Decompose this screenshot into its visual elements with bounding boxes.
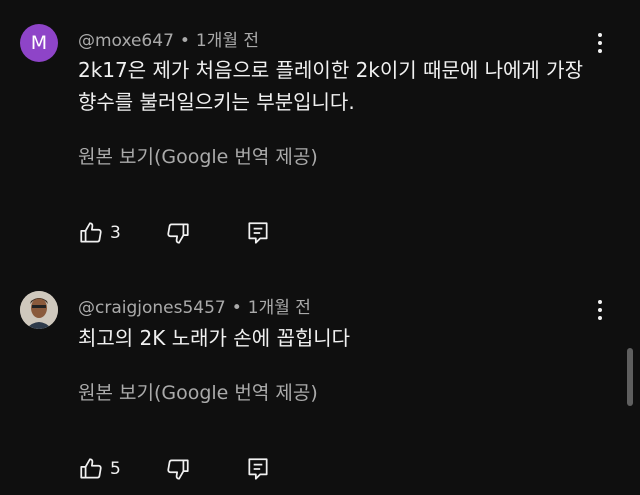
reply-icon — [248, 222, 268, 244]
scrollbar-thumb[interactable] — [627, 348, 633, 406]
reply-icon — [248, 458, 268, 480]
comment-actions: 5 — [78, 455, 271, 483]
author-name[interactable]: @moxe647 — [78, 31, 174, 51]
dislike-button[interactable] — [165, 456, 191, 482]
reply-button[interactable] — [245, 220, 271, 246]
see-original-link[interactable]: 원본 보기(Google 번역 제공) — [78, 378, 318, 405]
like-button[interactable]: 5 — [78, 456, 121, 482]
user-photo-icon — [20, 291, 58, 329]
comment-text: 2k17은 제가 처음으로 플레이한 2k이기 때문에 나에게 가장 향수를 불… — [78, 58, 583, 114]
comment-time[interactable]: 1개월 전 — [196, 31, 259, 51]
comment-meta: @moxe647 • 1개월 전 — [78, 26, 259, 51]
dislike-button[interactable] — [165, 220, 191, 246]
meta-separator: • — [179, 31, 190, 51]
thumb-down-icon — [167, 223, 189, 244]
see-original-link[interactable]: 원본 보기(Google 번역 제공) — [78, 142, 318, 169]
comment-actions: 3 — [78, 219, 271, 247]
avatar[interactable] — [20, 291, 58, 329]
comment-time[interactable]: 1개월 전 — [248, 298, 311, 318]
thumb-up-icon — [80, 222, 102, 243]
thumb-up-icon — [80, 458, 102, 479]
author-name[interactable]: @craigjones5457 — [78, 298, 226, 318]
meta-separator: • — [231, 298, 242, 318]
thumb-down-icon — [167, 459, 189, 480]
like-count: 3 — [110, 223, 121, 243]
like-count: 5 — [110, 459, 121, 479]
comment-text: 최고의 2K 노래가 손에 꼽힙니다 — [78, 326, 351, 350]
avatar-letter: M — [30, 32, 48, 54]
like-button[interactable]: 3 — [78, 220, 121, 246]
comment-meta: @craigjones5457 • 1개월 전 — [78, 293, 311, 318]
avatar[interactable]: M — [20, 24, 58, 62]
reply-button[interactable] — [245, 456, 271, 482]
more-vert-icon[interactable] — [590, 297, 610, 323]
more-vert-icon[interactable] — [590, 30, 610, 56]
